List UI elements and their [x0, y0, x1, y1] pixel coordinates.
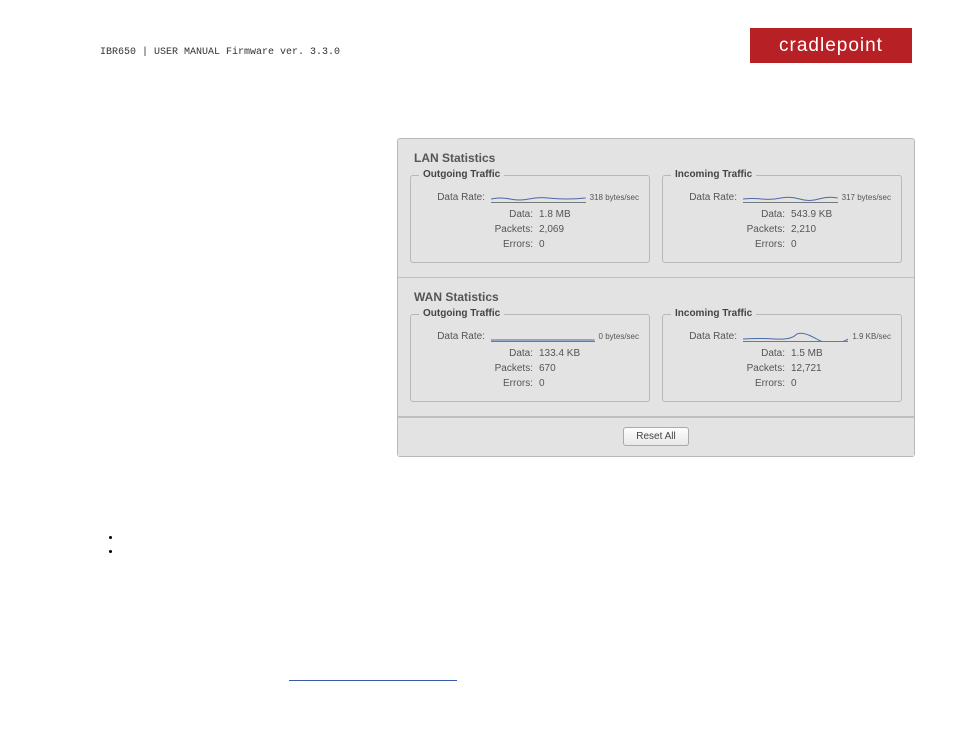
wan-title: WAN Statistics	[410, 286, 902, 304]
wan-section: WAN Statistics Outgoing Traffic Data Rat…	[398, 278, 914, 417]
lan-out-packets-value: 2,069	[539, 224, 639, 235]
wan-out-errors-label: Errors:	[469, 378, 539, 389]
wan-in-errors-value: 0	[791, 378, 891, 389]
lan-incoming-box: Incoming Traffic Data Rate: 317 bytes/se…	[662, 175, 902, 263]
wan-out-packets-label: Packets:	[469, 363, 539, 374]
wan-out-data-value: 133.4 KB	[539, 348, 639, 359]
rate-value: 317 bytes/sec	[842, 193, 891, 202]
brand-logo: cradlepoint	[750, 28, 912, 63]
page-header-title: IBR650 | USER MANUAL Firmware ver. 3.3.0	[100, 33, 340, 58]
wan-outgoing-box: Outgoing Traffic Data Rate: 0 bytes/sec …	[410, 314, 650, 402]
reset-all-button[interactable]: Reset All	[623, 427, 688, 446]
link-underline	[289, 680, 457, 681]
rate-value: 0 bytes/sec	[599, 332, 639, 341]
rate-value: 318 bytes/sec	[590, 193, 639, 202]
lan-out-data-value: 1.8 MB	[539, 209, 639, 220]
rate-label: Data Rate:	[421, 192, 491, 203]
lan-out-data-label: Data:	[469, 209, 539, 220]
lan-outgoing-rate-row: Data Rate: 318 bytes/sec	[421, 190, 639, 207]
sparkline-icon	[491, 193, 586, 203]
wan-outgoing-rate-row: Data Rate: 0 bytes/sec	[421, 329, 639, 346]
wan-in-packets-value: 12,721	[791, 363, 891, 374]
wan-in-data-value: 1.5 MB	[791, 348, 891, 359]
lan-in-data-value: 543.9 KB	[791, 209, 891, 220]
lan-outgoing-legend: Outgoing Traffic	[419, 169, 504, 180]
lan-section: LAN Statistics Outgoing Traffic Data Rat…	[398, 139, 914, 278]
statistics-panel: LAN Statistics Outgoing Traffic Data Rat…	[397, 138, 915, 457]
wan-in-packets-label: Packets:	[721, 363, 791, 374]
bullet-list	[106, 532, 122, 560]
lan-in-packets-value: 2,210	[791, 224, 891, 235]
lan-incoming-rate-row: Data Rate: 317 bytes/sec	[673, 190, 891, 207]
lan-incoming-legend: Incoming Traffic	[671, 169, 756, 180]
wan-in-data-label: Data:	[721, 348, 791, 359]
wan-outgoing-legend: Outgoing Traffic	[419, 308, 504, 319]
sparkline-icon	[743, 332, 848, 342]
wan-incoming-box: Incoming Traffic Data Rate: 1.9 KB/sec D…	[662, 314, 902, 402]
lan-in-packets-label: Packets:	[721, 224, 791, 235]
sparkline-icon	[491, 332, 595, 342]
lan-out-errors-value: 0	[539, 239, 639, 250]
rate-label: Data Rate:	[421, 331, 491, 342]
sparkline-icon	[743, 193, 838, 203]
reset-row: Reset All	[398, 417, 914, 456]
lan-outgoing-box: Outgoing Traffic Data Rate: 318 bytes/se…	[410, 175, 650, 263]
lan-in-errors-value: 0	[791, 239, 891, 250]
rate-label: Data Rate:	[673, 331, 743, 342]
lan-in-data-label: Data:	[721, 209, 791, 220]
wan-out-packets-value: 670	[539, 363, 639, 374]
lan-out-packets-label: Packets:	[469, 224, 539, 235]
wan-incoming-rate-row: Data Rate: 1.9 KB/sec	[673, 329, 891, 346]
lan-out-errors-label: Errors:	[469, 239, 539, 250]
wan-incoming-legend: Incoming Traffic	[671, 308, 756, 319]
wan-out-data-label: Data:	[469, 348, 539, 359]
wan-out-errors-value: 0	[539, 378, 639, 389]
lan-in-errors-label: Errors:	[721, 239, 791, 250]
lan-title: LAN Statistics	[410, 147, 902, 165]
rate-label: Data Rate:	[673, 192, 743, 203]
wan-in-errors-label: Errors:	[721, 378, 791, 389]
rate-value: 1.9 KB/sec	[852, 332, 891, 341]
